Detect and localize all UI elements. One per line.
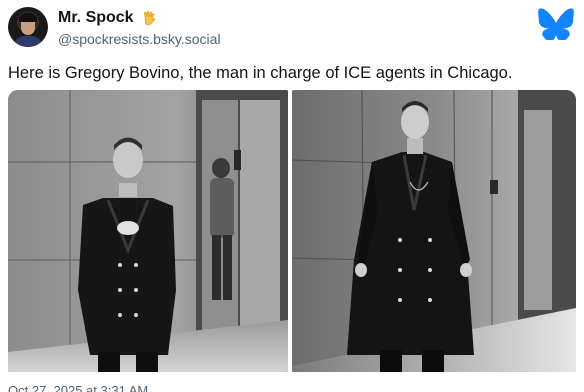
photo-1-image <box>8 90 288 372</box>
post-card[interactable]: Mr. Spock @spockresists.bsky.social Here… <box>0 0 584 392</box>
author-avatar[interactable] <box>8 7 48 47</box>
author-name-row: Mr. Spock <box>58 9 158 27</box>
author-handle[interactable]: @spockresists.bsky.social <box>58 31 221 47</box>
bluesky-butterfly-icon[interactable] <box>538 8 574 40</box>
photo-1[interactable] <box>8 90 288 372</box>
media-grid <box>8 90 576 372</box>
vulcan-salute-icon <box>143 10 155 25</box>
photo-2[interactable] <box>292 90 576 372</box>
photo-2-image <box>292 90 576 372</box>
post-text: Here is Gregory Bovino, the man in charg… <box>8 64 513 82</box>
post-timestamp[interactable]: Oct 27, 2025 at 3:31 AM <box>8 383 148 392</box>
author-display-name[interactable]: Mr. Spock <box>58 9 134 27</box>
